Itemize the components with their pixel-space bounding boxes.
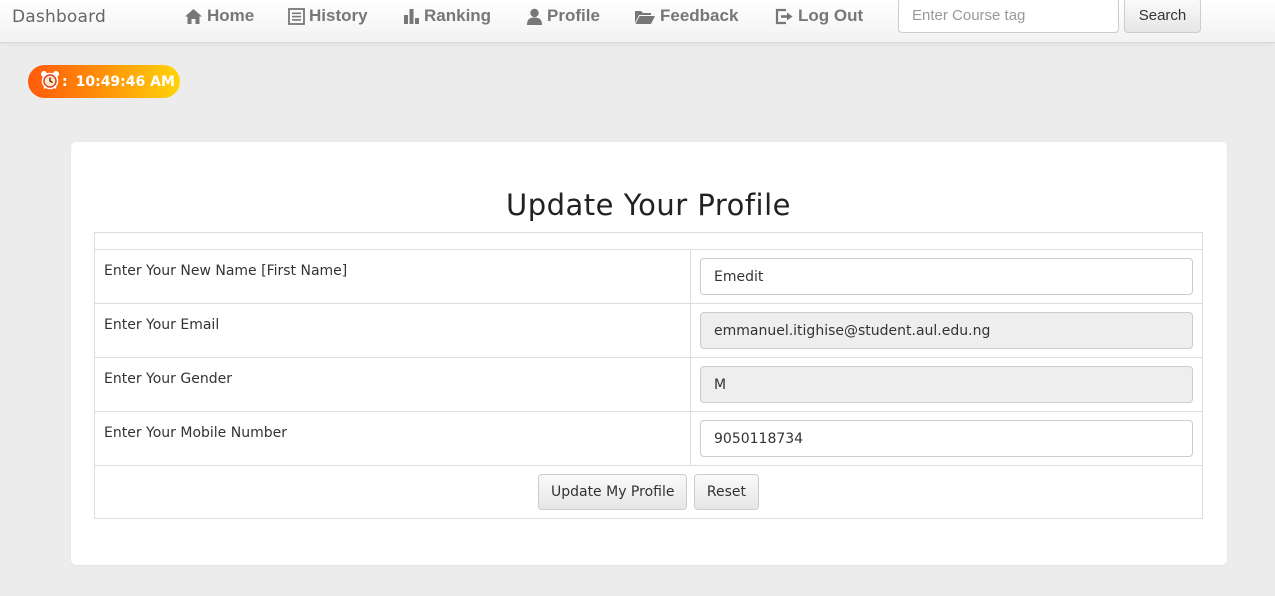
table-header-row	[94, 232, 1203, 250]
first-name-label: Enter Your New Name [First Name]	[94, 249, 691, 304]
table-row: Enter Your Email	[94, 303, 1203, 358]
brand-link[interactable]: Dashboard	[12, 7, 106, 27]
table-row: Enter Your Gender	[94, 357, 1203, 412]
mobile-number-field[interactable]	[700, 420, 1193, 457]
user-icon	[526, 8, 543, 25]
mobile-number-label: Enter Your Mobile Number	[94, 411, 691, 466]
clock-time: 10:49:46 AM	[75, 73, 175, 90]
search-button[interactable]: Search	[1124, 0, 1201, 33]
nav-home[interactable]: Home	[184, 4, 254, 28]
home-icon	[184, 8, 203, 25]
nav-history-label: History	[309, 6, 368, 25]
table-row: Enter Your Mobile Number	[94, 411, 1203, 466]
nav-ranking[interactable]: Ranking	[403, 4, 491, 28]
nav-logout[interactable]: Log Out	[775, 4, 863, 28]
log-out-icon	[775, 8, 794, 25]
nav-profile[interactable]: Profile	[526, 4, 600, 28]
email-field[interactable]	[700, 312, 1193, 349]
update-profile-button[interactable]: Update My Profile	[537, 474, 688, 510]
top-navbar: Dashboard Home History Ranking Profile F…	[0, 0, 1275, 43]
nav-feedback[interactable]: Feedback	[634, 4, 738, 28]
clock-separator: :	[62, 73, 68, 90]
gender-field[interactable]	[700, 366, 1193, 403]
nav-history[interactable]: History	[288, 4, 368, 28]
reset-button[interactable]: Reset	[693, 474, 760, 510]
bar-chart-icon	[403, 8, 420, 25]
clock-badge: : 10:49:46 AM	[28, 65, 180, 98]
email-label: Enter Your Email	[94, 303, 691, 358]
nav-home-label: Home	[207, 6, 255, 25]
nav-logout-label: Log Out	[798, 6, 864, 25]
form-actions-row: Update My Profile Reset	[94, 465, 1203, 519]
gender-label: Enter Your Gender	[94, 357, 691, 412]
nav-feedback-label: Feedback	[660, 6, 739, 25]
nav-profile-label: Profile	[547, 6, 600, 25]
list-icon	[288, 7, 305, 25]
nav-ranking-label: Ranking	[424, 6, 492, 25]
page-title: Update Your Profile	[505, 188, 792, 222]
table-row: Enter Your New Name [First Name]	[94, 249, 1203, 304]
folder-open-icon	[634, 8, 656, 25]
first-name-field[interactable]	[700, 258, 1193, 295]
alarm-clock-icon	[40, 70, 60, 94]
profile-form-table: Enter Your New Name [First Name] Enter Y…	[94, 232, 1203, 519]
course-tag-search-input[interactable]	[898, 0, 1119, 33]
